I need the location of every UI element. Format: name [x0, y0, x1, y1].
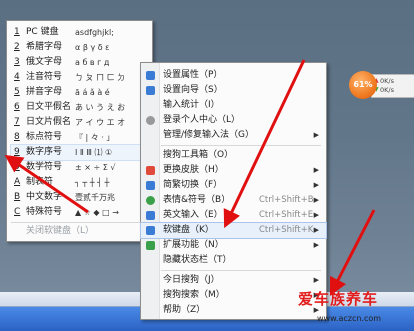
arrow-to-taskbar	[329, 209, 376, 297]
annotation-arrows	[4, 59, 376, 297]
arrow-to-soft-keyboard	[223, 59, 306, 229]
arrow-to-number-sequence	[4, 154, 89, 214]
watermark-url: www.aczcn.com	[317, 314, 382, 323]
watermark-title: 爱车族养车	[298, 290, 379, 308]
